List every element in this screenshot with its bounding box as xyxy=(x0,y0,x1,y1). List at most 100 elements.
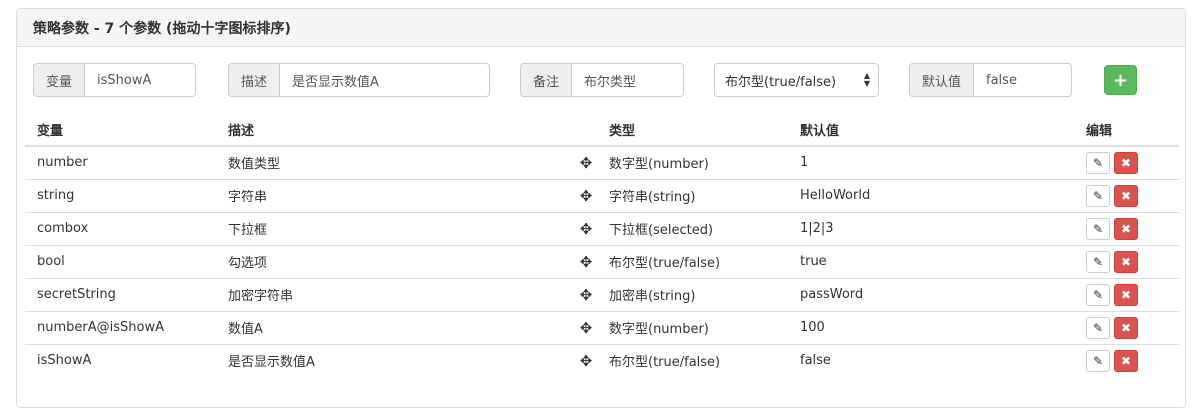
pencil-icon: ✎ xyxy=(1092,221,1104,236)
delete-button[interactable]: ✖ xyxy=(1114,250,1138,273)
default-input[interactable]: false xyxy=(974,64,1071,96)
panel-heading: 策略参数 - 7 个参数 (拖动十字图标排序) xyxy=(17,9,1185,47)
cell-actions: ✎ ✖ xyxy=(1074,146,1179,179)
table-row: string 字符串 ✥ 字符串(string) HelloWorld ✎ ✖ xyxy=(25,178,1179,212)
cell-description: 勾选项 xyxy=(216,244,575,278)
default-label: 默认值 xyxy=(910,64,975,96)
cell-default: false xyxy=(788,343,1074,377)
type-select[interactable]: 布尔型(true/false) ▲ ▼ xyxy=(714,63,879,97)
cell-description: 字符串 xyxy=(216,178,575,212)
variable-input-group: 变量 isShowA xyxy=(33,63,196,97)
header-move xyxy=(575,113,597,147)
edit-button[interactable]: ✎ xyxy=(1086,283,1110,306)
cell-variable: bool xyxy=(25,244,216,278)
cell-default: 1 xyxy=(800,155,809,171)
cell-type: 布尔型(true/false) xyxy=(597,343,788,377)
cell-variable: isShowA xyxy=(25,343,216,377)
edit-button[interactable]: ✎ xyxy=(1086,217,1110,240)
move-icon[interactable]: ✥ xyxy=(580,253,593,271)
pencil-icon: ✎ xyxy=(1092,287,1104,302)
params-table: 变量 描述 类型 默认值 编辑 number 数值类型 ✥ 数字型(number) 1 ✎… xyxy=(25,113,1179,377)
edit-button[interactable]: ✎ xyxy=(1086,316,1110,339)
edit-button[interactable]: ✎ xyxy=(1086,349,1110,372)
close-icon: ✖ xyxy=(1120,155,1132,170)
variable-input[interactable]: isShowA xyxy=(85,64,195,96)
move-icon[interactable]: ✥ xyxy=(580,187,593,205)
header-variable: 变量 xyxy=(25,113,216,147)
description-label: 描述 xyxy=(229,64,281,96)
delete-button[interactable]: ✖ xyxy=(1114,283,1138,306)
cell-type: 数字型(number) xyxy=(597,310,788,344)
cell-description: 数值类型 xyxy=(228,157,281,173)
add-param-button[interactable]: + xyxy=(1104,65,1137,95)
close-icon: ✖ xyxy=(1120,353,1132,368)
delete-button[interactable]: ✖ xyxy=(1114,151,1138,174)
delete-button[interactable]: ✖ xyxy=(1114,217,1138,240)
drag-handle[interactable]: ✥ xyxy=(575,211,597,245)
header-description: 描述 xyxy=(216,113,575,147)
close-icon: ✖ xyxy=(1120,188,1132,203)
cell-variable: combox xyxy=(25,211,216,245)
remark-input[interactable]: 布尔类型 xyxy=(572,64,683,96)
description-input[interactable]: 是否显示数值A xyxy=(280,64,489,96)
edit-button[interactable]: ✎ xyxy=(1086,250,1110,273)
pencil-icon: ✎ xyxy=(1092,353,1104,368)
cell-default: true xyxy=(788,244,1074,278)
header-default: 默认值 xyxy=(788,113,1074,147)
move-icon[interactable]: ✥ xyxy=(580,286,593,304)
strategy-params-panel: 策略参数 - 7 个参数 (拖动十字图标排序) 变量 isShowA 描述 是否… xyxy=(16,8,1186,408)
cell-actions: ✎ ✖ xyxy=(1074,277,1179,311)
cell-default: 1|2|3 xyxy=(788,211,1074,245)
cell-type: 布尔型(true/false) xyxy=(597,244,788,278)
pencil-icon: ✎ xyxy=(1092,155,1104,170)
cell-actions: ✎ ✖ xyxy=(1074,178,1179,212)
cell-type: 数字型(number) xyxy=(609,157,709,173)
cell-variable: numberA@isShowA xyxy=(25,310,216,344)
delete-button[interactable]: ✖ xyxy=(1114,349,1138,372)
plus-icon: + xyxy=(1112,69,1129,91)
select-arrows-icon: ▲ ▼ xyxy=(863,71,870,88)
table-row: secretString 加密字符串 ✥ 加密串(string) passWord ✎ ✖ xyxy=(25,277,1179,311)
cell-description: 下拉框 xyxy=(216,211,575,245)
pencil-icon: ✎ xyxy=(1092,188,1104,203)
cell-description: 是否显示数值A xyxy=(216,343,575,377)
table-row: number 数值类型 ✥ 数字型(number) 1 ✎ ✖ xyxy=(25,146,1179,179)
close-icon: ✖ xyxy=(1120,320,1132,335)
move-icon[interactable]: ✥ xyxy=(580,352,593,370)
type-select-value: 布尔型(true/false) xyxy=(725,74,837,90)
delete-button[interactable]: ✖ xyxy=(1114,184,1138,207)
table-row: combox 下拉框 ✥ 下拉框(selected) 1|2|3 ✎ ✖ xyxy=(25,211,1179,245)
remark-label: 备注 xyxy=(521,64,573,96)
drag-handle[interactable]: ✥ xyxy=(575,277,597,311)
cell-default: passWord xyxy=(788,277,1074,311)
cell-type: 字符串(string) xyxy=(597,178,788,212)
close-icon: ✖ xyxy=(1120,287,1132,302)
drag-handle[interactable]: ✥ xyxy=(575,244,597,278)
cell-actions: ✎ ✖ xyxy=(1074,244,1179,278)
variable-label: 变量 xyxy=(34,64,86,96)
move-icon[interactable]: ✥ xyxy=(580,220,593,238)
close-icon: ✖ xyxy=(1120,221,1132,236)
drag-handle[interactable]: ✥ xyxy=(575,343,597,377)
delete-button[interactable]: ✖ xyxy=(1114,316,1138,339)
cell-actions: ✎ ✖ xyxy=(1074,310,1179,344)
table-row: bool 勾选项 ✥ 布尔型(true/false) true ✎ ✖ xyxy=(25,244,1179,278)
cell-default: 100 xyxy=(788,310,1074,344)
drag-handle[interactable]: ✥ xyxy=(575,178,597,212)
edit-button[interactable]: ✎ xyxy=(1086,151,1110,174)
move-icon[interactable]: ✥ xyxy=(580,154,593,172)
header-edit: 编辑 xyxy=(1074,113,1179,147)
cell-type: 下拉框(selected) xyxy=(597,211,788,245)
pencil-icon: ✎ xyxy=(1092,320,1104,335)
move-icon[interactable]: ✥ xyxy=(580,319,593,337)
table-row: isShowA 是否显示数值A ✥ 布尔型(true/false) false ✎ ✖ xyxy=(25,343,1179,377)
table-row: numberA@isShowA 数值A ✥ 数字型(number) 100 ✎ ✖ xyxy=(25,310,1179,344)
cell-variable: secretString xyxy=(25,277,216,311)
drag-handle[interactable]: ✥ xyxy=(575,310,597,344)
panel-title: 策略参数 - 7 个参数 (拖动十字图标排序) xyxy=(33,20,291,37)
drag-handle[interactable]: ✥ xyxy=(575,146,597,179)
cell-variable: string xyxy=(25,178,216,212)
edit-button[interactable]: ✎ xyxy=(1086,184,1110,207)
description-input-group: 描述 是否显示数值A xyxy=(228,63,490,97)
cell-actions: ✎ ✖ xyxy=(1074,343,1179,377)
